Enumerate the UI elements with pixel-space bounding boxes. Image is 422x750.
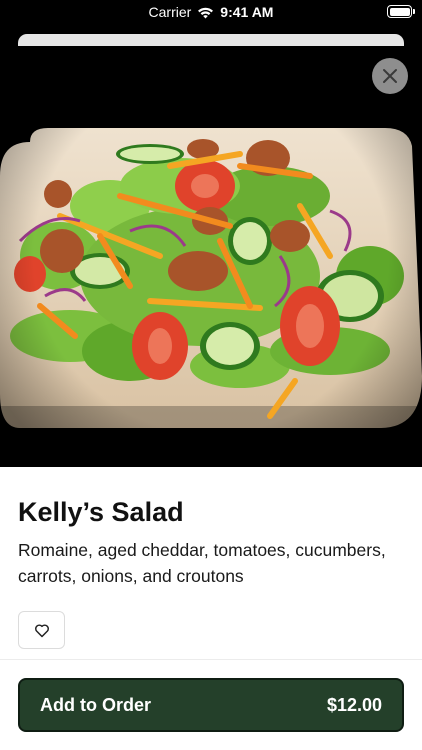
wifi-icon: [198, 7, 214, 18]
status-bar: Carrier 9:41 AM: [0, 0, 422, 26]
clock-time: 9:41 AM: [220, 4, 274, 20]
status-center: Carrier 9:41 AM: [0, 4, 422, 20]
order-price: $12.00: [326, 694, 382, 715]
item-photo: [0, 46, 422, 467]
item-title: Kelly’s Salad: [18, 497, 184, 527]
salad-illustration: [0, 46, 422, 467]
divider: [0, 659, 422, 660]
favorite-button[interactable]: [18, 611, 65, 649]
carrier-label: Carrier: [148, 4, 192, 20]
battery-level: [389, 7, 410, 16]
add-to-order-button[interactable]: Add to Order $12.00: [18, 678, 404, 732]
add-to-order-label: Add to Order: [40, 694, 151, 715]
item-description: Romaine, aged cheddar, tomatoes, cucumbe…: [18, 540, 386, 586]
item-details: Kelly’s Salad Romaine, aged cheddar, tom…: [0, 467, 422, 750]
close-button[interactable]: [372, 58, 408, 94]
heart-icon: [34, 623, 49, 637]
battery-icon: [387, 5, 415, 18]
battery-nub: [413, 9, 415, 14]
close-icon: [383, 69, 397, 83]
